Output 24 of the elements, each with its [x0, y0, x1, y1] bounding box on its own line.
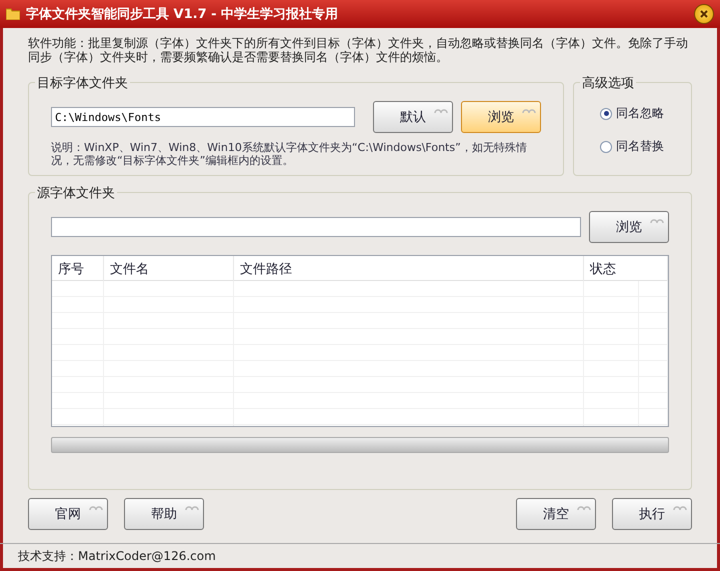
- button[interactable]: 帮助: [124, 498, 204, 530]
- description-text: 软件功能：批里复制源（字体）文件夹下的所有文件到目标（字体）文件夹，自动忽略或替换同名（字体）文件。免除了手动同步（字体）文件夹时，需要频繁确认是否需要替换同名（字体）文件的烦恼。: [28, 36, 689, 64]
- radio-dot[interactable]: [600, 108, 612, 120]
- group-title: 源字体文件夹: [35, 184, 117, 202]
- group-title: 目标字体文件夹: [35, 74, 130, 92]
- note-text: 说明：WinXP、Win7、Win8、Win10系统默认字体文件夹为“C:\Windows\Fonts”，如无特殊情况，无需修改“目标字体文件夹”编辑框内的设置。: [51, 141, 528, 167]
- horizontal-scrollbar[interactable]: [51, 437, 669, 453]
- button[interactable]: 默认: [373, 101, 453, 133]
- radio-option[interactable]: 同名替换: [600, 138, 669, 155]
- button[interactable]: 浏览: [461, 101, 541, 133]
- radio-dot[interactable]: [600, 140, 612, 152]
- close-button[interactable]: [694, 4, 714, 24]
- status-text: 技术支持：MatrixCoder@126.com: [18, 548, 216, 564]
- button[interactable]: 浏览: [589, 211, 669, 243]
- button[interactable]: 官网: [28, 498, 108, 530]
- folder-icon: [6, 8, 20, 20]
- close-icon: [699, 9, 709, 19]
- group-title: 高级选项: [580, 74, 636, 92]
- target-path-field[interactable]: C:\Windows\Fonts: [51, 107, 355, 127]
- button[interactable]: 清空: [516, 498, 596, 530]
- button[interactable]: 执行: [612, 498, 692, 530]
- radio-option[interactable]: 同名忽略: [600, 105, 669, 122]
- window-title: 字体文件夹智能同步工具 V1.7 - 中学生学习报社专用: [26, 6, 338, 23]
- source-path-field[interactable]: [51, 217, 581, 237]
